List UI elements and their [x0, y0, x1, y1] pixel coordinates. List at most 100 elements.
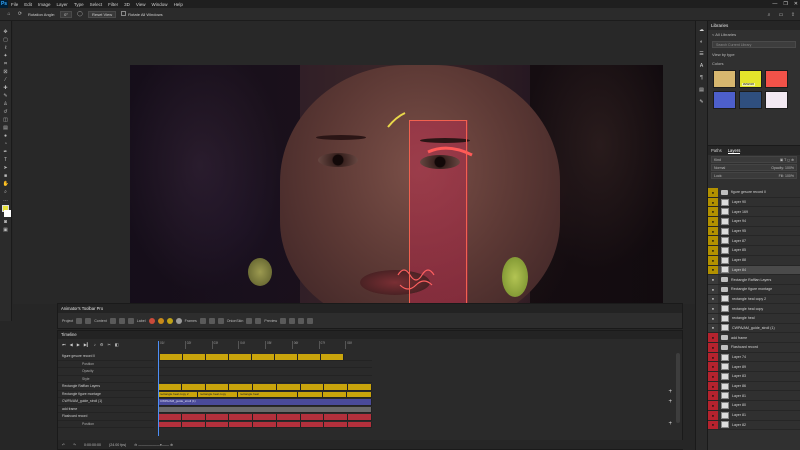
menu-help[interactable]: Help [171, 2, 186, 7]
timeline-frame-clip[interactable] [183, 354, 206, 360]
timeline-frame-clip[interactable] [252, 354, 275, 360]
add-frame-icon[interactable] [199, 318, 206, 324]
play-preview-icon[interactable] [280, 318, 287, 324]
track-name[interactable]: Flashcard record [58, 413, 154, 421]
extend-frame-icon[interactable] [217, 318, 224, 324]
layer-row[interactable]: ● Layer 81 [708, 410, 800, 421]
layer-filter-kind[interactable]: Kind ▣ T ◻ ⊕ [711, 156, 797, 163]
type-tool-icon[interactable]: T [3, 157, 9, 163]
add-media-icon[interactable]: + [668, 389, 672, 395]
color-swatch[interactable] [739, 91, 762, 109]
settings-gear-icon[interactable]: ⚙ [100, 342, 104, 347]
timeline-frame-clip[interactable] [300, 384, 325, 390]
menu-window[interactable]: Window [149, 2, 171, 7]
character-icon[interactable]: A [699, 63, 705, 69]
timeline-frame-clip[interactable] [348, 384, 372, 390]
layer-row[interactable]: ● Layer 88 [708, 255, 800, 266]
visibility-eye-icon[interactable]: ● [708, 323, 718, 333]
timeline-frame-clip[interactable] [229, 354, 252, 360]
visibility-eye-icon[interactable]: ● [708, 304, 718, 313]
layer-row[interactable]: ● Rectangle Rafflan Layers [708, 275, 800, 285]
view-by-dropdown[interactable]: View by type [708, 50, 800, 59]
timeline-frame-clip[interactable] [253, 421, 277, 427]
visibility-eye-icon[interactable]: ● [708, 401, 718, 410]
timeline-frame-clip[interactable] [229, 384, 254, 390]
blur-tool-icon[interactable]: ● [3, 133, 9, 139]
tab-layers[interactable]: Layers [727, 148, 741, 154]
layer-row[interactable]: ● Layer 89 [708, 362, 800, 373]
delete-content-icon[interactable] [127, 318, 134, 324]
timeline-clip[interactable]: rectangle heal copy [198, 391, 238, 397]
timeline-frame-clip[interactable] [348, 421, 372, 427]
document-image[interactable] [130, 65, 663, 305]
rotation-dial-icon[interactable]: ◯ [77, 11, 83, 17]
track-name[interactable]: figure gesure record ll [58, 353, 154, 361]
timeline-clip[interactable] [158, 406, 372, 412]
layer-row[interactable]: ● Layer 85 [708, 246, 800, 256]
layer-row[interactable]: ● figure gesure record ll [708, 188, 800, 198]
timeline-clip[interactable]: rectangle heal copy 2 [158, 391, 198, 397]
all-libraries-link[interactable]: < All Libraries [708, 30, 800, 39]
color-swatch[interactable] [713, 70, 736, 88]
dodge-tool-icon[interactable]: ◔ [3, 141, 9, 147]
brush-tool-icon[interactable]: ✎ [3, 93, 9, 99]
zoom-tool-icon[interactable]: ⌕ [3, 189, 9, 195]
layer-row[interactable]: ● rectangle heal copy 2 [708, 294, 800, 305]
visibility-eye-icon[interactable]: ● [708, 217, 718, 226]
visibility-eye-icon[interactable]: ● [708, 275, 718, 284]
track-name[interactable]: Rectangle figure montage [58, 391, 154, 398]
timeline-frame-clip[interactable] [298, 354, 321, 360]
prev-frame-icon[interactable]: ◀ [70, 342, 73, 347]
timeline-frame-clip[interactable] [158, 421, 182, 427]
visibility-eye-icon[interactable]: ● [708, 372, 718, 381]
onion-skin-toggle-icon[interactable] [246, 318, 253, 324]
layer-row[interactable]: ● Layer 82 [708, 420, 800, 431]
timeline-frame-clip[interactable] [324, 414, 349, 420]
blend-mode-select[interactable]: Normal Opacity: 100% [711, 164, 797, 171]
current-time[interactable]: 0:00:00:00 [84, 443, 101, 447]
menu-filter[interactable]: Filter [105, 2, 121, 7]
play-icon[interactable]: ▶ [77, 342, 80, 347]
magic-wand-icon[interactable]: ✦ [3, 53, 9, 59]
timeline-frame-clip[interactable] [300, 414, 325, 420]
track-property[interactable]: Style [58, 376, 154, 383]
visibility-eye-icon[interactable]: ● [708, 410, 718, 420]
adjustments-icon[interactable]: ◐ [699, 39, 705, 45]
layer-row[interactable]: ● add frame [708, 333, 800, 343]
remove-frame-icon[interactable] [208, 318, 215, 324]
label-color-gray[interactable] [175, 318, 182, 324]
audio-toggle-icon[interactable]: ♪ [94, 342, 96, 347]
pen-tool-icon[interactable]: ✒ [3, 149, 9, 155]
timeline-frame-clip[interactable] [300, 421, 325, 427]
visibility-eye-icon[interactable]: ● [708, 420, 718, 430]
library-search-input[interactable]: Search Current Library [712, 41, 796, 48]
timeline-frame-clip[interactable] [276, 414, 301, 420]
onion-settings-icon[interactable] [255, 318, 262, 324]
timeline-ruler[interactable]: 01f 02f 03f 04f 05f 06f 07f 08f [158, 341, 372, 349]
layer-row[interactable]: ● CWPA/AM_guide_stroll (1) [708, 323, 800, 334]
track-property[interactable]: Opacity [58, 368, 154, 376]
visibility-eye-icon[interactable]: ● [708, 352, 718, 362]
menu-type[interactable]: Type [71, 2, 87, 7]
layer-row[interactable]: ● Flashcard record [708, 343, 800, 353]
timeline-frame-clip[interactable] [158, 384, 182, 390]
visibility-eye-icon[interactable]: ● [708, 197, 718, 207]
redo-icon[interactable]: ↷ [73, 443, 76, 447]
restore-button[interactable]: ❐ [783, 1, 787, 7]
layer-row[interactable]: ● Layer 80 [708, 401, 800, 411]
opacity-field[interactable]: Opacity: 100% [771, 165, 794, 170]
menu-edit[interactable]: Edit [21, 2, 35, 7]
color-swatch[interactable] [765, 70, 788, 88]
layer-row[interactable]: ● Layer 169 [708, 207, 800, 218]
timeline-frame-clip[interactable] [348, 414, 372, 420]
layer-row[interactable]: ● rectangle heal copy [708, 304, 800, 314]
layer-row[interactable]: ● Layer 74 [708, 352, 800, 363]
eraser-icon[interactable]: ◫ [3, 117, 9, 123]
visibility-eye-icon[interactable]: ● [708, 391, 718, 401]
visibility-eye-icon[interactable]: ● [708, 188, 718, 197]
timeline-frame-clip[interactable] [275, 354, 298, 360]
visibility-eye-icon[interactable]: ● [708, 226, 718, 236]
timeline-frame-clip[interactable] [229, 421, 254, 427]
paragraph-icon[interactable]: ¶ [699, 75, 705, 81]
minimize-button[interactable]: — [772, 1, 777, 7]
